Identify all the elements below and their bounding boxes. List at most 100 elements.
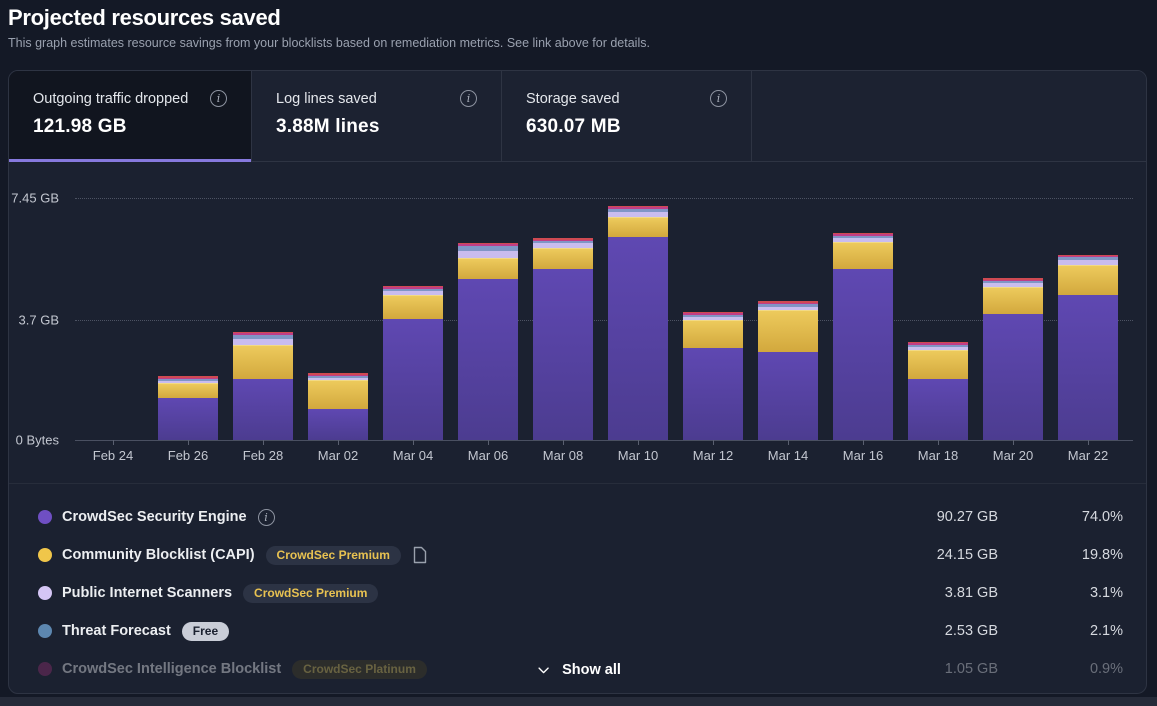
info-icon[interactable]: i bbox=[710, 90, 727, 107]
tab-outgoing-traffic-dropped[interactable]: Outgoing traffic dropped i 121.98 GB bbox=[9, 71, 252, 161]
bar-feb-28[interactable] bbox=[233, 332, 293, 440]
legend-item-label: Public Internet Scanners bbox=[62, 585, 232, 601]
legend-row[interactable]: CrowdSec Security Enginei90.27 GB74.0% bbox=[9, 498, 1146, 536]
bar-mar-08[interactable] bbox=[533, 238, 593, 440]
tab-label: Storage saved bbox=[526, 91, 620, 107]
info-icon[interactable]: i bbox=[258, 509, 275, 526]
legend-item-label: Community Blocklist (CAPI) bbox=[62, 547, 255, 563]
tier-badge: CrowdSec Platinum bbox=[292, 660, 427, 679]
legend-row[interactable]: Public Internet ScannersCrowdSec Premium… bbox=[9, 574, 1146, 612]
bar-segment bbox=[458, 279, 518, 440]
x-axis-tick bbox=[938, 440, 939, 445]
x-axis-tick bbox=[713, 440, 714, 445]
bar-mar-10[interactable] bbox=[608, 206, 668, 440]
legend-item-percentage: 19.8% bbox=[998, 547, 1123, 563]
x-axis-tick-label: Mar 22 bbox=[1068, 448, 1108, 463]
x-axis-tick-label: Feb 26 bbox=[168, 448, 208, 463]
x-axis-tick bbox=[1013, 440, 1014, 445]
bar-feb-26[interactable] bbox=[158, 376, 218, 440]
gridline bbox=[75, 198, 1133, 199]
info-icon[interactable]: i bbox=[210, 90, 227, 107]
x-axis-tick bbox=[488, 440, 489, 445]
bar-mar-04[interactable] bbox=[383, 286, 443, 440]
legend-row[interactable]: Threat ForecastFree2.53 GB2.1% bbox=[9, 612, 1146, 650]
bar-segment bbox=[833, 242, 893, 269]
x-axis-tick bbox=[788, 440, 789, 445]
legend-item-value: 24.15 GB bbox=[878, 547, 998, 563]
bar-segment bbox=[533, 269, 593, 440]
legend-item-percentage: 0.9% bbox=[998, 661, 1123, 677]
legend-item-value: 3.81 GB bbox=[878, 585, 998, 601]
document-icon[interactable] bbox=[413, 546, 427, 564]
x-axis-tick bbox=[863, 440, 864, 445]
x-axis-tick bbox=[638, 440, 639, 445]
bar-mar-16[interactable] bbox=[833, 233, 893, 440]
bar-segment bbox=[458, 258, 518, 279]
x-axis-tick bbox=[413, 440, 414, 445]
bar-segment bbox=[233, 345, 293, 379]
info-icon[interactable]: i bbox=[460, 90, 477, 107]
x-axis-tick bbox=[263, 440, 264, 445]
bar-mar-18[interactable] bbox=[908, 342, 968, 440]
x-axis-tick bbox=[1088, 440, 1089, 445]
bar-segment bbox=[908, 350, 968, 379]
bar-mar-02[interactable] bbox=[308, 373, 368, 440]
legend-row[interactable]: Community Blocklist (CAPI)CrowdSec Premi… bbox=[9, 536, 1146, 574]
x-axis-tick-label: Mar 06 bbox=[468, 448, 508, 463]
bar-segment bbox=[758, 352, 818, 440]
x-axis-tick bbox=[188, 440, 189, 445]
bar-segment bbox=[308, 409, 368, 440]
tab-label: Log lines saved bbox=[276, 91, 377, 107]
show-all-button[interactable]: Show all bbox=[528, 660, 627, 680]
legend-item-percentage: 74.0% bbox=[998, 509, 1123, 525]
x-axis-tick-label: Mar 08 bbox=[543, 448, 583, 463]
legend-color-dot bbox=[38, 624, 52, 638]
metric-tabs: Outgoing traffic dropped i 121.98 GB Log… bbox=[9, 71, 1146, 162]
next-section-edge bbox=[0, 697, 1157, 706]
x-axis-tick bbox=[563, 440, 564, 445]
bar-mar-14[interactable] bbox=[758, 301, 818, 440]
bar-segment bbox=[833, 269, 893, 440]
bar-segment bbox=[233, 379, 293, 440]
bar-segment bbox=[983, 287, 1043, 314]
x-axis-tick-label: Mar 02 bbox=[318, 448, 358, 463]
bar-segment bbox=[158, 383, 218, 398]
x-axis-tick-label: Mar 14 bbox=[768, 448, 808, 463]
x-axis-tick-label: Mar 16 bbox=[843, 448, 883, 463]
bar-segment bbox=[158, 398, 218, 440]
page-title: Projected resources saved bbox=[8, 5, 1149, 31]
resources-saved-panel: Outgoing traffic dropped i 121.98 GB Log… bbox=[8, 70, 1147, 694]
bar-segment bbox=[383, 295, 443, 319]
chevron-down-icon bbox=[534, 661, 552, 679]
bar-mar-06[interactable] bbox=[458, 243, 518, 440]
y-axis-tick-label: 0 Bytes bbox=[9, 433, 59, 448]
x-axis-tick-label: Feb 24 bbox=[93, 448, 133, 463]
bar-segment bbox=[1058, 295, 1118, 440]
bar-segment bbox=[683, 348, 743, 440]
bar-mar-20[interactable] bbox=[983, 278, 1043, 440]
legend-item-label: CrowdSec Intelligence Blocklist bbox=[62, 661, 281, 677]
bar-segment bbox=[908, 379, 968, 440]
bar-segment bbox=[608, 237, 668, 440]
y-axis-tick-label: 3.7 GB bbox=[9, 312, 59, 327]
x-axis-tick bbox=[113, 440, 114, 445]
gridline bbox=[75, 440, 1133, 441]
legend-item-value: 2.53 GB bbox=[878, 623, 998, 639]
legend-color-dot bbox=[38, 662, 52, 676]
x-axis-tick-label: Mar 10 bbox=[618, 448, 658, 463]
x-axis-tick-label: Mar 04 bbox=[393, 448, 433, 463]
x-axis-tick bbox=[338, 440, 339, 445]
legend-item-percentage: 2.1% bbox=[998, 623, 1123, 639]
bar-segment bbox=[308, 380, 368, 409]
tab-log-lines-saved[interactable]: Log lines saved i 3.88M lines bbox=[252, 71, 502, 161]
legend-item-percentage: 3.1% bbox=[998, 585, 1123, 601]
bar-chart: 7.45 GB3.7 GB0 BytesFeb 24Feb 26Feb 28Ma… bbox=[9, 161, 1146, 483]
bar-mar-22[interactable] bbox=[1058, 255, 1118, 440]
bar-segment bbox=[758, 310, 818, 352]
tab-storage-saved[interactable]: Storage saved i 630.07 MB bbox=[502, 71, 752, 161]
bar-segment bbox=[1058, 265, 1118, 295]
gridline bbox=[75, 320, 1133, 321]
bar-mar-12[interactable] bbox=[683, 312, 743, 440]
legend-item-label: CrowdSec Security Engine bbox=[62, 509, 247, 525]
tab-label: Outgoing traffic dropped bbox=[33, 91, 188, 107]
